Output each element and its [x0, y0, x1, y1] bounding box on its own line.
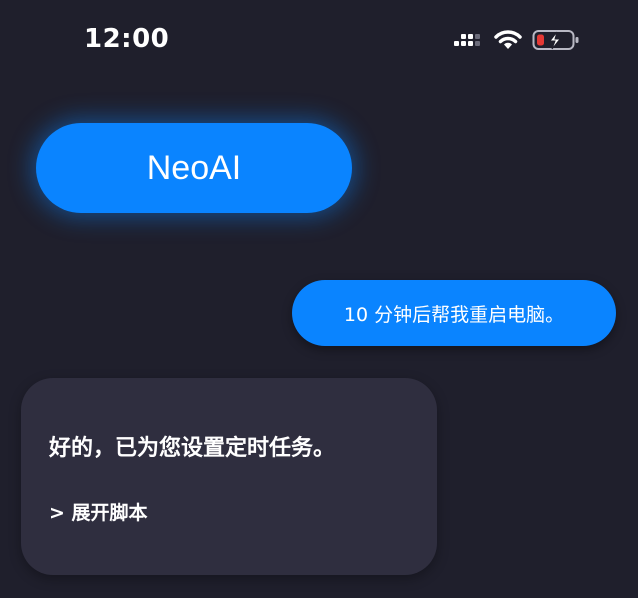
status-time: 12:00: [84, 24, 170, 54]
neoai-app-button[interactable]: NeoAI: [36, 123, 352, 213]
status-bar: 12:00: [0, 0, 638, 80]
app-title: NeoAI: [146, 148, 242, 187]
user-message-bubble: 10 分钟后帮我重启电脑。: [292, 280, 616, 346]
user-message-text: 10 分钟后帮我重启电脑。: [343, 303, 565, 326]
signal-icon: [452, 29, 484, 55]
expand-script-button[interactable]: > 展开脚本: [49, 498, 148, 525]
assistant-message-bubble: 好的，已为您设置定时任务。 > 展开脚本: [21, 378, 437, 575]
battery-charging-icon: [532, 28, 580, 56]
assistant-message-text: 好的，已为您设置定时任务。: [49, 436, 336, 461]
status-icons: [452, 28, 580, 56]
wifi-icon: [494, 29, 522, 55]
